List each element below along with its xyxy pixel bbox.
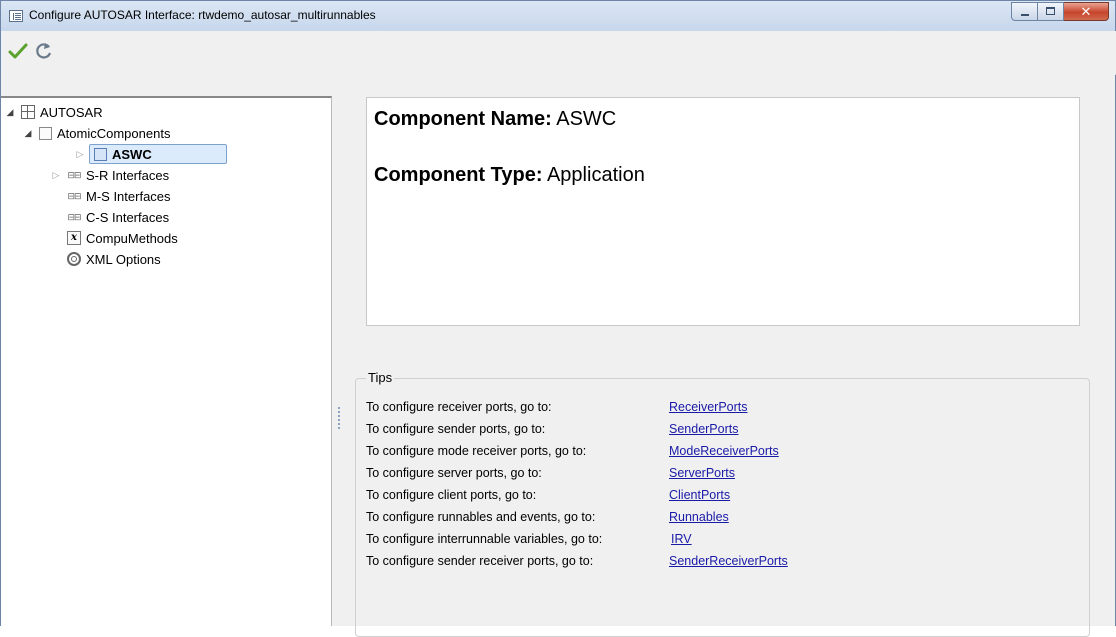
tip-text: To configure client ports, go to: (366, 488, 537, 502)
function-icon: x (67, 231, 81, 245)
tip-text: To configure runnables and events, go to… (366, 510, 596, 524)
tree-node-ms-interfaces[interactable]: ⊟⊟ M-S Interfaces (61, 186, 171, 206)
minimize-icon (1021, 14, 1029, 16)
minimize-button[interactable] (1011, 2, 1038, 21)
tip-text: To configure sender ports, go to: (366, 422, 546, 436)
title-bar[interactable]: Configure AUTOSAR Interface: rtwdemo_aut… (1, 1, 1115, 31)
tree-node-label: C-S Interfaces (86, 209, 170, 225)
expanded-arrow-icon[interactable]: ◢ (5, 107, 15, 117)
tree-node-label: CompuMethods (86, 230, 178, 246)
tip-text: To configure interrunnable variables, go… (366, 532, 603, 546)
tree-node-compu-methods[interactable]: x CompuMethods (61, 228, 178, 248)
tip-text: To configure server ports, go to: (366, 466, 542, 480)
close-icon: ✕ (1080, 4, 1092, 19)
expanded-arrow-icon[interactable]: ◢ (23, 128, 33, 138)
component-type-value: Application (546, 164, 645, 186)
toolbar (2, 31, 1116, 75)
tip-link-senderports[interactable]: SenderPorts (669, 422, 738, 436)
tip-link-serverports[interactable]: ServerPorts (669, 466, 735, 480)
collapsed-arrow-icon[interactable]: ▷ (51, 170, 61, 180)
interface-icon: ⊟⊟ (67, 190, 81, 201)
tip-link-modereceiverports[interactable]: ModeReceiverPorts (669, 444, 779, 458)
maximize-button[interactable] (1038, 2, 1064, 21)
tree-node-autosar[interactable]: ◢ AUTOSAR (5, 102, 103, 122)
component-name-line: Component Name: ASWC (374, 108, 616, 131)
tree-node-atomic-components[interactable]: ◢ AtomicComponents (23, 123, 171, 143)
tip-link-senderreceiverports[interactable]: SenderReceiverPorts (669, 554, 788, 568)
tip-link-receiverports[interactable]: ReceiverPorts (669, 400, 748, 414)
tree-node-label: S-R Interfaces (86, 167, 170, 183)
tree-node-aswc-row[interactable]: ▷ ASWC (77, 144, 227, 164)
interface-icon: ⊟⊟ (67, 211, 81, 222)
component-name-value: ASWC (556, 108, 617, 130)
apply-button[interactable] (8, 41, 28, 61)
component-name-label: Component Name: (374, 108, 552, 130)
tree-node-sr-interfaces[interactable]: ▷ ⊟⊟ S-R Interfaces (51, 165, 170, 185)
component-icon (94, 147, 107, 161)
tree-panel[interactable]: ◢ AUTOSAR ◢ AtomicComponents ▷ ASWC ▷ ⊟⊟… (1, 96, 332, 626)
maximize-icon (1046, 7, 1055, 15)
window-app-icon (9, 10, 23, 22)
tree-node-aswc[interactable]: ASWC (89, 144, 227, 164)
tree-node-label: XML Options (86, 251, 161, 267)
folder-icon (39, 126, 52, 140)
tree-node-label: M-S Interfaces (86, 188, 171, 204)
tree-node-cs-interfaces[interactable]: ⊟⊟ C-S Interfaces (61, 207, 169, 227)
tips-group (355, 378, 1090, 637)
tip-link-clientports[interactable]: ClientPorts (669, 488, 730, 502)
autosar-package-icon (21, 105, 35, 119)
toolbar-gap (1, 74, 1115, 96)
tips-title: Tips (366, 370, 395, 385)
interface-icon: ⊟⊟ (67, 169, 81, 180)
tree-node-label: AtomicComponents (57, 125, 171, 141)
tip-text: To configure sender receiver ports, go t… (366, 554, 594, 568)
tip-text: To configure mode receiver ports, go to: (366, 444, 587, 458)
splitter-handle[interactable] (338, 407, 340, 429)
tip-text: To configure receiver ports, go to: (366, 400, 552, 414)
tip-link-runnables[interactable]: Runnables (669, 510, 729, 524)
collapsed-arrow-icon[interactable]: ▷ (75, 149, 85, 159)
component-type-line: Component Type: Application (374, 164, 645, 187)
close-button[interactable]: ✕ (1064, 2, 1109, 21)
tree-node-label: AUTOSAR (40, 104, 103, 120)
component-info-box: Component Name: ASWC Component Type: App… (366, 97, 1080, 326)
tree-node-xml-options[interactable]: XML Options (61, 249, 161, 269)
checkmark-icon (8, 43, 28, 59)
window-title: Configure AUTOSAR Interface: rtwdemo_aut… (29, 8, 376, 22)
tree-node-label: ASWC (112, 146, 152, 162)
gear-icon (67, 252, 81, 266)
window-controls: ✕ (1011, 2, 1109, 21)
tip-link-irv[interactable]: IRV (671, 532, 692, 546)
component-type-label: Component Type: (374, 164, 543, 186)
revert-button[interactable] (34, 41, 54, 61)
